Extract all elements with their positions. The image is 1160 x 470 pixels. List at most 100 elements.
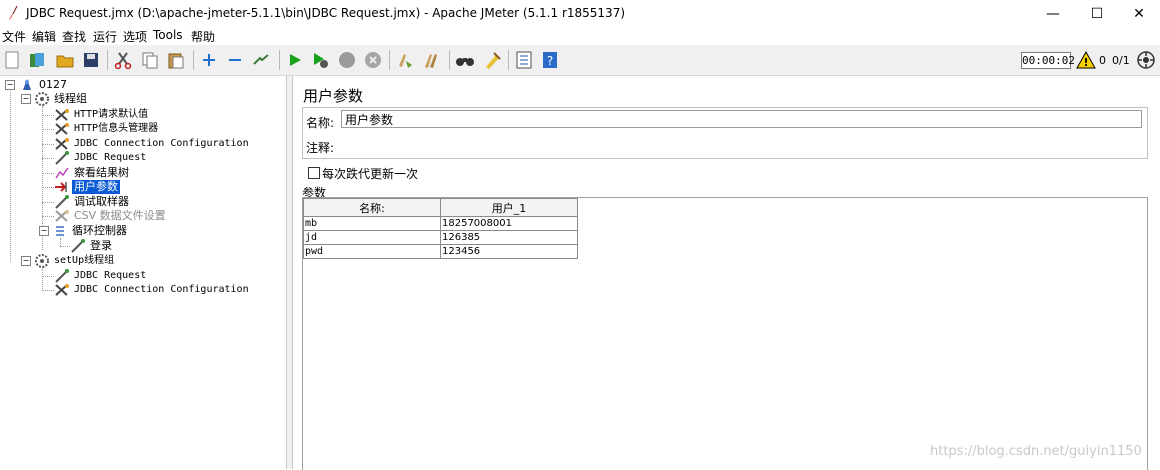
search-binoculars-icon[interactable] xyxy=(455,50,475,70)
table-row[interactable]: jd 126385 xyxy=(303,230,578,245)
update-per-iteration-checkbox[interactable] xyxy=(308,167,320,179)
tree-node-user-parameters[interactable]: 用户参数 xyxy=(54,180,120,194)
templates-icon[interactable] xyxy=(27,50,47,70)
collapse-all-icon[interactable] xyxy=(225,50,245,70)
tree-node-http-defaults[interactable]: HTTP请求默认值 xyxy=(54,108,150,122)
tree-node-test-plan[interactable]: 0127 xyxy=(19,78,69,92)
cut-icon[interactable] xyxy=(113,50,133,70)
menu-help[interactable]: 帮助 xyxy=(191,28,215,45)
tree-toggle-root[interactable]: − xyxy=(5,80,15,90)
sampler-pipette-icon xyxy=(54,195,70,209)
config-wrench-icon xyxy=(54,108,70,122)
listener-graph-icon xyxy=(54,166,70,180)
test-plan-tree: − − − − 0127 线程组 HTTP请求默认值 HTTP信息头管理器 JD… xyxy=(0,76,287,469)
tree-toggle-loop-controller[interactable]: − xyxy=(39,226,49,236)
tree-node-loop-controller[interactable]: 循环控制器 xyxy=(52,224,129,238)
name-input[interactable]: 用户参数 xyxy=(341,110,1142,128)
menu-edit[interactable]: 编辑 xyxy=(32,28,56,45)
config-wrench-icon xyxy=(54,137,70,151)
tree-node-results-tree[interactable]: 察看结果树 xyxy=(54,166,131,180)
tree-label-root: 0127 xyxy=(39,78,67,91)
function-helper-icon[interactable] xyxy=(514,50,534,70)
comment-label: 注释: xyxy=(306,141,335,155)
menu-options[interactable]: 选项 xyxy=(123,28,147,45)
table-row[interactable]: pwd 123456 xyxy=(303,244,578,259)
menu-tools[interactable]: Tools xyxy=(153,28,183,42)
tree-label-header-manager: HTTP信息头管理器 xyxy=(74,123,159,134)
preprocessor-arrow-icon xyxy=(54,180,70,194)
param-name-cell[interactable]: jd xyxy=(303,230,441,245)
loop-controller-icon xyxy=(52,224,68,238)
param-value-cell[interactable]: 123456 xyxy=(440,244,578,259)
tree-label-login: 登录 xyxy=(90,239,112,252)
tree-node-debug-sampler[interactable]: 调试取样器 xyxy=(54,195,131,209)
menu-search[interactable]: 查找 xyxy=(62,28,86,45)
table-row[interactable]: mb 18257008001 xyxy=(303,216,578,231)
menu-run[interactable]: 运行 xyxy=(93,28,117,45)
tree-node-header-manager[interactable]: HTTP信息头管理器 xyxy=(54,122,160,136)
help-icon[interactable]: ? xyxy=(540,50,560,70)
test-plan-icon xyxy=(19,78,35,92)
tree-label-http-defaults: HTTP请求默认值 xyxy=(74,109,149,120)
tree-toggle-thread-group[interactable]: − xyxy=(21,94,31,104)
open-folder-icon[interactable] xyxy=(55,50,75,70)
warning-count: 0 xyxy=(1099,54,1106,67)
tree-label-debug-sampler: 调试取样器 xyxy=(74,195,129,208)
save-icon[interactable] xyxy=(81,50,101,70)
tree-label-loop-controller: 循环控制器 xyxy=(72,224,127,237)
start-icon[interactable] xyxy=(285,50,305,70)
clear-all-icon[interactable] xyxy=(422,50,442,70)
param-value-cell[interactable]: 18257008001 xyxy=(440,216,578,231)
column-header-name[interactable]: 名称: xyxy=(303,198,441,217)
minimize-button[interactable]: — xyxy=(1030,0,1076,27)
param-name-cell[interactable]: pwd xyxy=(303,244,441,259)
parameters-table-area: 名称: 用户_1 mb 18257008001 jd 126385 pwd 12… xyxy=(302,197,1148,470)
param-name-cell[interactable]: mb xyxy=(303,216,441,231)
parameters-table: 名称: 用户_1 mb 18257008001 jd 126385 pwd 12… xyxy=(303,198,578,259)
thread-group-gear-icon xyxy=(34,92,50,106)
column-header-user-1[interactable]: 用户_1 xyxy=(440,198,578,217)
maximize-button[interactable]: ☐ xyxy=(1074,0,1120,27)
watermark-text: https://blog.csdn.net/guiyin1150 xyxy=(930,444,1142,459)
svg-text:?: ? xyxy=(547,54,553,68)
panel-title: 用户参数 xyxy=(303,87,364,105)
remote-engines-icon[interactable] xyxy=(1136,50,1156,70)
clear-icon[interactable] xyxy=(395,50,415,70)
tree-node-csv-config[interactable]: CSV 数据文件设置 xyxy=(54,209,168,223)
config-wrench-icon xyxy=(54,283,70,297)
user-parameters-panel: 用户参数 名称: 用户参数 注释: 每次跌代更新一次 参数 名称: 用户_1 m… xyxy=(293,76,1160,470)
config-wrench-icon xyxy=(54,122,70,136)
copy-icon[interactable] xyxy=(140,50,160,70)
tree-node-login[interactable]: 登录 xyxy=(70,239,114,253)
expand-all-icon[interactable] xyxy=(199,50,219,70)
param-value-cell[interactable]: 126385 xyxy=(440,230,578,245)
tree-node-setup-jdbc-config[interactable]: JDBC Connection Configuration xyxy=(54,283,251,297)
tree-label-results-tree: 察看结果树 xyxy=(74,166,129,179)
reset-search-icon[interactable] xyxy=(482,50,502,70)
menu-file[interactable]: 文件 xyxy=(2,28,26,45)
menu-bar: 文件 编辑 查找 运行 选项 Tools 帮助 xyxy=(0,27,1160,45)
thread-group-gear-icon xyxy=(34,254,50,268)
svg-text:!: ! xyxy=(1083,56,1088,69)
update-per-iteration-label: 每次跌代更新一次 xyxy=(322,167,419,181)
toggle-icon[interactable] xyxy=(251,50,271,70)
config-wrench-icon xyxy=(54,209,70,223)
start-no-pauses-icon[interactable] xyxy=(310,50,330,70)
paste-icon[interactable] xyxy=(166,50,186,70)
close-button[interactable]: ✕ xyxy=(1116,0,1160,27)
warning-icon[interactable]: ! xyxy=(1076,50,1096,70)
tree-node-jdbc-config[interactable]: JDBC Connection Configuration xyxy=(54,137,251,151)
tree-label-setup-jdbc-request: JDBC Request xyxy=(74,270,147,281)
stop-icon[interactable] xyxy=(337,50,357,70)
tree-label-user-parameters: 用户参数 xyxy=(72,180,120,194)
window-title: JDBC Request.jmx (D:\apache-jmeter-5.1.1… xyxy=(26,6,626,20)
tree-label-setup-group: setUp线程组 xyxy=(54,255,115,266)
new-file-icon[interactable] xyxy=(2,50,22,70)
tree-toggle-setup-group[interactable]: − xyxy=(21,256,31,266)
tree-node-setup-thread-group[interactable]: setUp线程组 xyxy=(34,254,116,268)
tree-node-thread-group[interactable]: 线程组 xyxy=(34,92,89,106)
tree-node-jdbc-request[interactable]: JDBC Request xyxy=(54,151,148,165)
tree-node-setup-jdbc-request[interactable]: JDBC Request xyxy=(54,269,148,283)
sampler-pipette-icon xyxy=(54,269,70,283)
shutdown-icon[interactable] xyxy=(363,50,383,70)
